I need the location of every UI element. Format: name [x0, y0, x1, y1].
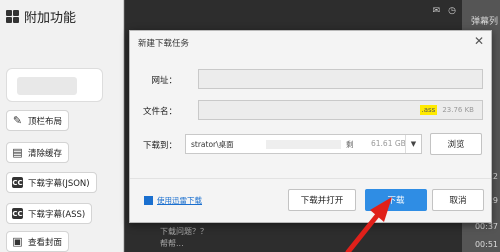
- saveto-path: strator\桌面: [191, 140, 234, 149]
- download-subtitle-json-label: 下载字幕(JSON): [28, 178, 90, 189]
- image-icon: ▣: [12, 235, 23, 248]
- file-extension: .ass: [419, 105, 438, 115]
- cc-subtitle-icon: CC: [12, 208, 23, 219]
- download-and-open-button[interactable]: 下载并打开: [288, 189, 356, 211]
- browse-button[interactable]: 浏览: [430, 133, 482, 155]
- cancel-button[interactable]: 取消: [432, 189, 484, 211]
- thunder-download-option[interactable]: 使用迅雷下载: [144, 195, 202, 206]
- danmaku-time: 00:51: [474, 240, 498, 249]
- download-subtitle-json-button[interactable]: CC 下载字幕(JSON): [6, 172, 97, 193]
- header-icons: ✉ ◷: [433, 6, 456, 16]
- url-field[interactable]: [198, 69, 483, 89]
- comment-line: 帮帮...: [160, 239, 184, 248]
- layout-button-label: 顶栏布局: [28, 116, 63, 127]
- free-space: 61.61 GB: [371, 139, 406, 148]
- layout-button[interactable]: ✎ 顶栏布局: [6, 110, 70, 131]
- trash-icon: ▤: [12, 146, 23, 159]
- download-subtitle-ass-button[interactable]: CC 下载字幕(ASS): [6, 203, 93, 224]
- download-subtitle-ass-label: 下载字幕(ASS): [28, 209, 86, 220]
- clear-cache-button[interactable]: ▤ 清除缓存: [6, 142, 70, 163]
- panel-title: 附加功能: [24, 11, 77, 26]
- grid-icon: [6, 10, 19, 23]
- file-size: 23.76 KB: [442, 106, 474, 114]
- saveto-label: 下载到：: [142, 141, 177, 151]
- close-icon[interactable]: ✕: [474, 34, 484, 48]
- history-icon[interactable]: ◷: [448, 6, 456, 16]
- checkbox[interactable]: [144, 196, 153, 205]
- new-download-dialog: 新建下载任务 ✕ 网址： 文件名： .ass 23.76 KB 下载到： str…: [129, 30, 492, 223]
- thunder-download-link[interactable]: 使用迅雷下载: [157, 195, 202, 206]
- view-cover-label: 查看封面: [28, 237, 63, 248]
- cc-subtitle-icon: CC: [12, 177, 23, 188]
- filename-field[interactable]: .ass 23.76 KB: [198, 100, 483, 120]
- filename-label: 文件名：: [142, 107, 177, 117]
- blurred-widget: [6, 68, 103, 102]
- blurred-path: [266, 140, 341, 149]
- free-space-prefix: 剩: [346, 140, 354, 149]
- clear-cache-label: 清除缓存: [28, 148, 63, 159]
- message-icon[interactable]: ✉: [433, 6, 441, 16]
- download-button[interactable]: 下载: [365, 189, 427, 211]
- chevron-down-icon[interactable]: ▼: [405, 135, 421, 153]
- view-cover-button[interactable]: ▣ 查看封面: [6, 231, 70, 252]
- magic-wand-icon: ✎: [12, 114, 23, 127]
- dialog-title: 新建下载任务: [138, 39, 190, 49]
- saveto-select[interactable]: strator\桌面 剩 61.61 GB ▼: [185, 134, 422, 154]
- filename-suffix: .ass 23.76 KB: [419, 105, 474, 115]
- danmaku-time: 00:37: [474, 222, 498, 231]
- danmaku-list-label: 弹幕列: [470, 17, 498, 27]
- divider: [130, 178, 491, 179]
- extra-features-panel: 附加功能 ✎ 顶栏布局 ▤ 清除缓存 CC 下载字幕(JSON) CC 下载字幕…: [0, 0, 124, 252]
- url-label: 网址：: [151, 76, 177, 86]
- panel-header: 附加功能: [6, 7, 76, 26]
- comment-line: 下载问题？？: [160, 227, 208, 236]
